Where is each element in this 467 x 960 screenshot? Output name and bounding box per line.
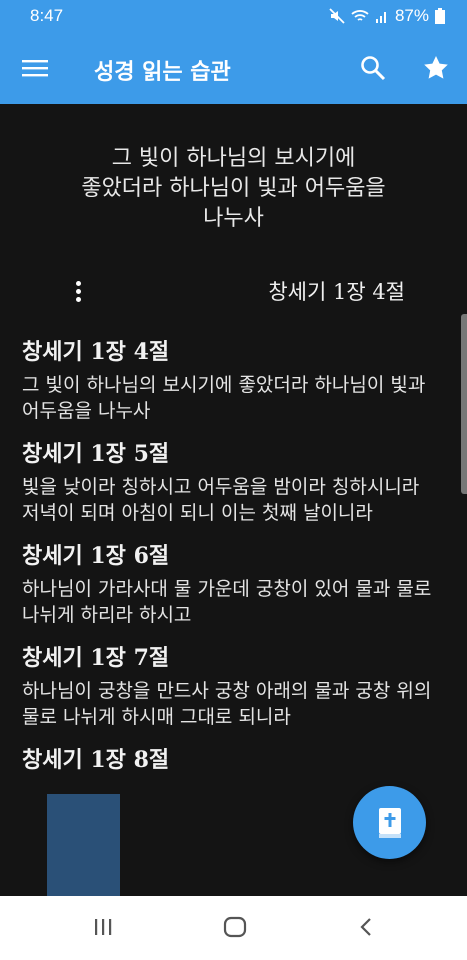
verse-title: 창세기 1장 7절: [22, 645, 170, 671]
home-icon[interactable]: [223, 916, 247, 938]
bookmark-ribbon: [47, 794, 120, 898]
verse-text: 하나님이 가라사대 물 가운데 궁창이 있어 물과 물로 나뉘게 하리라 하시고: [22, 578, 432, 626]
signal-icon: [375, 12, 386, 23]
status-icons: 87%: [329, 6, 445, 26]
featured-verse: 그 빛이 하나님의 보시기에 좋았더라 하나님이 빛과 어두움을 나누사: [0, 144, 467, 234]
verse-item[interactable]: 창세기 1장 6절 하나님이 가라사대 물 가운데 궁창이 있어 물과 물로 나…: [22, 540, 442, 628]
verse-item[interactable]: 창세기 1장 4절 그 빛이 하나님의 보시기에 좋았더라 하나님이 빛과 어두…: [22, 336, 442, 424]
featured-verse-line: 나누사: [203, 206, 264, 231]
more-options-icon[interactable]: [70, 278, 86, 306]
verse-item[interactable]: 창세기 1장 5절 빛을 낮이라 칭하시고 어두움을 밤이라 칭하시니라 저녁이…: [22, 438, 442, 526]
app-bar: 성경 읽는 습관: [0, 32, 467, 104]
search-icon[interactable]: [359, 54, 387, 82]
bible-book-icon: [379, 808, 401, 838]
mute-icon: [329, 8, 345, 24]
scrollbar-thumb[interactable]: [461, 314, 467, 494]
verse-title: 창세기 1장 4절: [22, 339, 170, 365]
featured-verse-line: 그 빛이 하나님의 보시기에: [111, 146, 356, 171]
reference-row: 창세기 1장 4절: [0, 274, 467, 310]
verse-title: 창세기 1장 8절: [22, 747, 170, 773]
featured-verse-line: 좋았더라 하나님이 빛과 어두움을: [81, 176, 386, 201]
app-title: 성경 읽는 습관: [94, 59, 231, 85]
verse-text: 하나님이 궁창을 만드사 궁창 아래의 물과 궁창 위의 물로 나뉘게 하시매 …: [22, 680, 432, 728]
status-time: 8:47: [30, 6, 64, 25]
verse-text: 그 빛이 하나님의 보시기에 좋았더라 하나님이 빛과 어두움을 나누사: [22, 374, 426, 422]
reading-content[interactable]: 그 빛이 하나님의 보시기에 좋았더라 하나님이 빛과 어두움을 나누사 창세기…: [0, 104, 467, 896]
current-reference: 창세기 1장 4절: [268, 280, 405, 304]
verse-text: 빛을 낮이라 칭하시고 어두움을 밤이라 칭하시니라 저녁이 되며 아침이 되니…: [22, 476, 420, 524]
verse-item[interactable]: 창세기 1장 7절 하나님이 궁창을 만드사 궁창 아래의 물과 궁창 위의 물…: [22, 642, 442, 730]
status-bar: 8:47 87%: [0, 0, 467, 32]
back-icon[interactable]: [356, 916, 376, 938]
verse-title: 창세기 1장 5절: [22, 441, 170, 467]
recent-apps-icon[interactable]: [92, 916, 114, 938]
bible-fab-button[interactable]: [353, 786, 426, 859]
wifi-icon: [351, 10, 369, 21]
verse-list: 창세기 1장 4절 그 빛이 하나님의 보시기에 좋았더라 하나님이 빛과 어두…: [22, 336, 442, 790]
battery-percent: 87%: [394, 6, 429, 25]
hamburger-menu-icon[interactable]: [22, 55, 48, 81]
verse-item[interactable]: 창세기 1장 8절: [22, 744, 442, 776]
battery-icon: [435, 8, 445, 24]
system-nav-bar: [0, 896, 467, 960]
verse-title: 창세기 1장 6절: [22, 543, 170, 569]
star-icon[interactable]: [422, 54, 450, 82]
